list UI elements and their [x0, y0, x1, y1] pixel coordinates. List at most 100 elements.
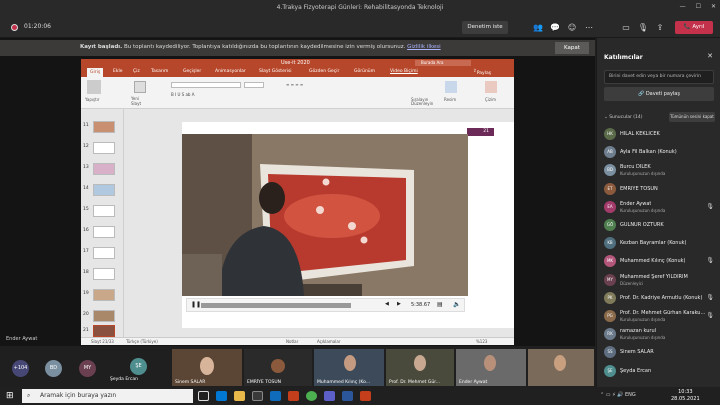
- font-family-select[interactable]: [171, 82, 241, 88]
- slide-thumbnail[interactable]: [93, 205, 115, 217]
- slide-thumbnail[interactable]: [93, 289, 115, 301]
- word-icon[interactable]: [342, 391, 353, 401]
- mic-icon: 🎙: [706, 293, 714, 301]
- participant-row[interactable]: ET EMRİYE TOSUN: [604, 181, 716, 199]
- participant-row[interactable]: SS Sinem SALAR: [604, 344, 716, 362]
- privacy-link[interactable]: Gizlilik ilkesi: [407, 44, 441, 50]
- store-icon[interactable]: [252, 391, 263, 401]
- taskbar-search[interactable]: ⌕ Aramak için buraya yazın: [22, 389, 193, 403]
- new-slide-icon[interactable]: [134, 81, 146, 93]
- participant-row[interactable]: RK ramazan kurul Kuruluşunuzun dışında: [604, 326, 716, 344]
- participant-row[interactable]: GÖ GÜLNUR ÖZTÜRK: [604, 217, 716, 235]
- captions-icon[interactable]: ▤: [437, 301, 443, 308]
- tab-draw[interactable]: Çiz: [133, 69, 140, 74]
- comments-button[interactable]: Açıklamalar: [317, 339, 340, 344]
- invite-input[interactable]: Birini davet edin veya bir numara çeviri…: [604, 70, 714, 84]
- participant-row[interactable]: KB Kezban Bayramlar (Konuk): [604, 235, 716, 253]
- notes-button[interactable]: Notlar: [286, 339, 298, 344]
- video-tile[interactable]: EMRİYE TOSUN: [244, 349, 312, 386]
- draw-icon[interactable]: [485, 81, 497, 93]
- close-icon[interactable]: ✕: [711, 3, 716, 10]
- video-tile[interactable]: [528, 349, 594, 386]
- participant-row[interactable]: PG Prof. Dr. Mehmet Gürhan Karaku... Kurul…: [604, 308, 716, 326]
- tab-review[interactable]: Gözden Geçir: [309, 69, 339, 74]
- font-style-buttons[interactable]: B I U S ab A: [171, 92, 261, 98]
- edge-icon[interactable]: [216, 391, 227, 401]
- ppt-share-button[interactable]: ⇪ Paylaş: [473, 69, 491, 76]
- step-back-icon[interactable]: ◀: [385, 301, 389, 307]
- participant-row[interactable]: MK Muhammed Kılınç (Konuk) 🎙: [604, 253, 716, 271]
- slide-thumbnail[interactable]: [93, 226, 115, 238]
- close-panel-icon[interactable]: ✕: [707, 52, 713, 60]
- step-forward-icon[interactable]: ▶: [397, 301, 401, 307]
- file-explorer-icon[interactable]: [234, 391, 245, 401]
- mail-icon[interactable]: [270, 391, 281, 401]
- share-invite-button[interactable]: 🔗 Daveti paylaş: [604, 87, 714, 101]
- leave-button[interactable]: 📞 Ayrıl: [675, 21, 713, 34]
- presenters-section-title[interactable]: ⌄ Sunucular (14): [604, 115, 642, 120]
- participants-icon[interactable]: 👥: [531, 21, 545, 34]
- paste-icon[interactable]: [87, 80, 101, 94]
- tab-insert[interactable]: Ekle: [113, 69, 122, 74]
- tab-slideshow[interactable]: Slayt Gösterisi: [259, 69, 292, 74]
- powerpoint-icon[interactable]: [360, 391, 371, 401]
- teams-icon[interactable]: [324, 391, 335, 401]
- participant-row[interactable]: MY Muhammed Şeref YILDIRIM Düzenleyici: [604, 272, 716, 290]
- embedded-video[interactable]: [182, 134, 468, 296]
- slide-thumbnail[interactable]: [93, 142, 115, 154]
- tab-transitions[interactable]: Geçişler: [183, 69, 201, 74]
- participant-row[interactable]: PK Prof. Dr. Kadriye Armutlu (Konuk) 🎙: [604, 290, 716, 308]
- system-tray-icons[interactable]: ⌃ ▭ ⚡ 🔊 ENG: [600, 392, 636, 398]
- office-icon[interactable]: [288, 391, 299, 401]
- tab-view[interactable]: Görünüm: [354, 69, 375, 74]
- mic-muted-icon[interactable]: 🎙: [636, 21, 650, 34]
- slide-thumbnail[interactable]: [93, 247, 115, 259]
- tab-animations[interactable]: Animasyonlar: [215, 69, 246, 74]
- reactions-icon[interactable]: ☺: [565, 21, 579, 34]
- video-controls: ❚❚ ◀ ▶ 5:38.67 ▤ 🔈: [186, 298, 465, 312]
- avatar[interactable]: MY: [79, 360, 96, 377]
- tab-design[interactable]: Tasarım: [151, 69, 168, 74]
- chat-icon[interactable]: 💬: [548, 21, 562, 34]
- paragraph-buttons[interactable]: ≡ ≡ ≡ ≡: [286, 82, 346, 88]
- request-control-button[interactable]: Denetim iste: [462, 21, 508, 34]
- windows-start-icon[interactable]: ⊞: [6, 391, 14, 401]
- participant-row[interactable]: HK HİLAL KEKLİCEK: [604, 126, 716, 144]
- camera-icon[interactable]: ▭: [619, 21, 633, 34]
- tab-video-format[interactable]: Video Biçimi: [390, 69, 418, 74]
- ppt-search[interactable]: Burada Ara: [415, 60, 471, 66]
- video-tile[interactable]: Prof. Dr. Mehmet Gür...: [386, 349, 454, 386]
- volume-icon[interactable]: 🔈: [453, 301, 460, 308]
- avatar[interactable]: BD: [45, 360, 62, 377]
- share-screen-icon[interactable]: ⇪: [653, 21, 667, 34]
- taskbar-clock[interactable]: 10:33 28.05.2021: [671, 389, 700, 403]
- maximize-icon[interactable]: ☐: [696, 3, 701, 10]
- video-tile[interactable]: Sinem SALAR: [172, 349, 242, 386]
- pause-icon[interactable]: ❚❚: [191, 301, 201, 308]
- thumb-num: 12: [83, 144, 89, 149]
- task-view-icon[interactable]: [198, 391, 209, 401]
- slide-thumbnail[interactable]: [93, 184, 115, 196]
- chrome-icon[interactable]: [306, 391, 317, 401]
- video-tile[interactable]: Muhammed Kılınç (Ko...: [314, 349, 384, 386]
- video-tile[interactable]: Ender Aywat: [456, 349, 526, 386]
- participant-row[interactable]: AB Ayla Fil Balkan (Konuk): [604, 144, 716, 162]
- mute-all-button[interactable]: Tümünün sesini kapat: [669, 112, 715, 122]
- slide-thumbnail-selected[interactable]: [93, 325, 115, 337]
- slide-thumbnail[interactable]: [93, 268, 115, 280]
- slide-thumbnail[interactable]: [93, 163, 115, 175]
- minimize-icon[interactable]: —: [680, 3, 686, 10]
- slide-thumbnail[interactable]: [93, 121, 115, 133]
- participant-row[interactable]: EA Ender Aywat Kuruluşunuzun dışında 🎙: [604, 199, 716, 217]
- slide-thumbnail[interactable]: [93, 310, 115, 322]
- avatar[interactable]: ŞE: [130, 358, 147, 375]
- more-actions-icon[interactable]: ⋯: [582, 21, 596, 34]
- overflow-count[interactable]: +104: [12, 360, 29, 377]
- picture-icon[interactable]: [445, 81, 457, 93]
- participant-row[interactable]: BD Burcu DİLEK Kuruluşunuzun dışında: [604, 162, 716, 180]
- tab-home[interactable]: Giriş: [87, 68, 104, 77]
- banner-close-button[interactable]: Kapat: [555, 42, 589, 54]
- font-size-select[interactable]: [244, 82, 264, 88]
- participant-row[interactable]: ŞE Şeyda Ercan: [604, 363, 716, 381]
- video-progress[interactable]: [201, 303, 351, 308]
